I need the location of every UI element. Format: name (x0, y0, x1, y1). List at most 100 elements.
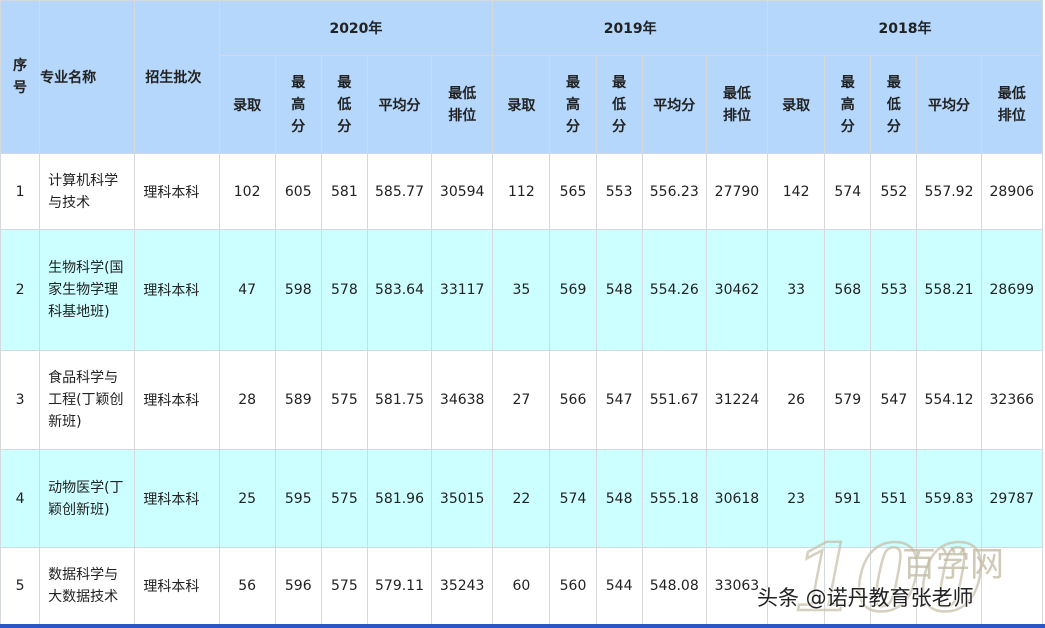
cell-2018-lowest: 552 (870, 153, 918, 230)
cell-2019-lowest: 547 (595, 350, 643, 450)
cell-2020-highest: 605 (274, 153, 322, 230)
cell-2020-average: 585.77 (366, 153, 433, 230)
cell-2018-highest: 568 (824, 229, 872, 351)
cell-2018-lowest-rank (980, 547, 1044, 625)
cell-2019-highest: 560 (549, 547, 597, 625)
cell-2020-admitted: 56 (218, 547, 276, 625)
cell-2018-lowest: 553 (870, 229, 918, 351)
cell-2020-average: 581.96 (366, 449, 433, 548)
cell-2020-highest: 598 (274, 229, 322, 351)
row-major: 生物科学(国家生物学理科基地班) (39, 229, 136, 351)
cell-2018-admitted: 26 (767, 350, 826, 450)
subheader-lowest-rank: 最低排位 (705, 55, 769, 154)
cell-2018-admitted: 33 (767, 229, 826, 351)
cell-2019-highest: 574 (549, 449, 597, 548)
cell-2018-average: 554.12 (916, 350, 982, 450)
watermark-credit: 头条 @诺丹教育张老师 (757, 586, 974, 610)
cell-2020-lowest-rank: 35015 (431, 449, 494, 548)
cell-2019-admitted: 60 (492, 547, 551, 625)
cell-2018-lowest-rank: 32366 (980, 350, 1044, 450)
subheader-admitted: 录取 (218, 55, 276, 154)
cell-2019-average: 548.08 (641, 547, 707, 625)
cell-2020-lowest-rank: 34638 (431, 350, 494, 450)
subheader-lowest: 最低分 (595, 55, 643, 154)
cell-2018-lowest-rank: 29787 (980, 449, 1044, 548)
subheader-lowest: 最低分 (320, 55, 368, 154)
cell-2019-lowest-rank: 30462 (705, 229, 769, 351)
header-major: 专业名称 (39, 0, 136, 154)
cell-2018-lowest: 547 (870, 350, 918, 450)
cell-2019-admitted: 35 (492, 229, 551, 351)
cell-2019-average: 554.26 (641, 229, 707, 351)
table-row: 1 计算机科学与技术 理科本科 102 605 581 585.77 30594… (0, 153, 1044, 230)
cell-2018-average: 557.92 (916, 153, 982, 230)
subheader-lowest-rank: 最低排位 (980, 55, 1044, 154)
row-major: 计算机科学与技术 (39, 153, 136, 230)
cell-2020-lowest: 581 (320, 153, 368, 230)
cell-2020-average: 581.75 (366, 350, 433, 450)
table-row: 3 食品科学与工程(丁颖创新班) 理科本科 28 589 575 581.75 … (0, 350, 1044, 450)
table-body: 1 计算机科学与技术 理科本科 102 605 581 585.77 30594… (0, 153, 1044, 625)
row-major: 动物医学(丁颖创新班) (39, 449, 136, 548)
cell-2019-average: 555.18 (641, 449, 707, 548)
cell-2020-admitted: 28 (218, 350, 276, 450)
subheader-average: 平均分 (916, 55, 982, 154)
header-year-2020: 2020年 (218, 0, 494, 56)
row-index: 2 (0, 229, 41, 351)
row-batch: 理科本科 (134, 350, 220, 450)
cell-2018-admitted: 142 (767, 153, 826, 230)
cell-2019-admitted: 27 (492, 350, 551, 450)
cell-2019-average: 551.67 (641, 350, 707, 450)
subheader-admitted: 录取 (492, 55, 551, 154)
cell-2020-admitted: 25 (218, 449, 276, 548)
subheader-lowest-rank: 最低排位 (431, 55, 494, 154)
cell-2019-highest: 569 (549, 229, 597, 351)
cell-2020-lowest: 578 (320, 229, 368, 351)
cell-2020-lowest-rank: 30594 (431, 153, 494, 230)
cell-2018-average: 558.21 (916, 229, 982, 351)
table-header: 序号 专业名称 招生批次 2020年 2019年 2018年 录取 最高分 最低… (0, 0, 1044, 154)
cell-2019-average: 556.23 (641, 153, 707, 230)
cell-2020-average: 579.11 (366, 547, 433, 625)
cell-2019-admitted: 22 (492, 449, 551, 548)
cell-2020-lowest: 575 (320, 350, 368, 450)
table-row: 2 生物科学(国家生物学理科基地班) 理科本科 47 598 578 583.6… (0, 229, 1044, 351)
cell-2020-highest: 589 (274, 350, 322, 450)
cell-2020-lowest-rank: 35243 (431, 547, 494, 625)
admission-table: 序号 专业名称 招生批次 2020年 2019年 2018年 录取 最高分 最低… (0, 0, 1044, 625)
header-year-2019: 2019年 (492, 0, 769, 56)
cell-2019-lowest-rank: 27790 (705, 153, 769, 230)
cell-2020-average: 583.64 (366, 229, 433, 351)
cell-2020-highest: 595 (274, 449, 322, 548)
subheader-lowest: 最低分 (870, 55, 918, 154)
cell-2020-admitted: 47 (218, 229, 276, 351)
cell-2018-admitted: 23 (767, 449, 826, 548)
cell-2020-highest: 596 (274, 547, 322, 625)
header-year-2018: 2018年 (767, 0, 1043, 56)
cell-2019-highest: 566 (549, 350, 597, 450)
row-major: 数据科学与大数据技术 (39, 547, 136, 625)
subheader-admitted: 录取 (767, 55, 826, 154)
row-index: 4 (0, 449, 41, 548)
cell-2020-lowest-rank: 33117 (431, 229, 494, 351)
row-index: 1 (0, 153, 41, 230)
subheader-average: 平均分 (641, 55, 707, 154)
header-batch: 招生批次 (134, 0, 220, 154)
header-index: 序号 (0, 0, 41, 154)
subheader-highest: 最高分 (274, 55, 322, 154)
row-index: 5 (0, 547, 41, 625)
row-batch: 理科本科 (134, 547, 220, 625)
cell-2019-highest: 565 (549, 153, 597, 230)
cell-2019-admitted: 112 (492, 153, 551, 230)
cell-2019-lowest: 548 (595, 229, 643, 351)
cell-2019-lowest-rank: 31224 (705, 350, 769, 450)
cell-2018-average: 559.83 (916, 449, 982, 548)
cell-2020-admitted: 102 (218, 153, 276, 230)
cell-2019-lowest: 544 (595, 547, 643, 625)
bottom-accent-bar (0, 624, 1045, 628)
row-batch: 理科本科 (134, 229, 220, 351)
cell-2018-highest: 591 (824, 449, 872, 548)
table-row: 4 动物医学(丁颖创新班) 理科本科 25 595 575 581.96 350… (0, 449, 1044, 548)
cell-2018-highest: 574 (824, 153, 872, 230)
cell-2018-lowest: 551 (870, 449, 918, 548)
